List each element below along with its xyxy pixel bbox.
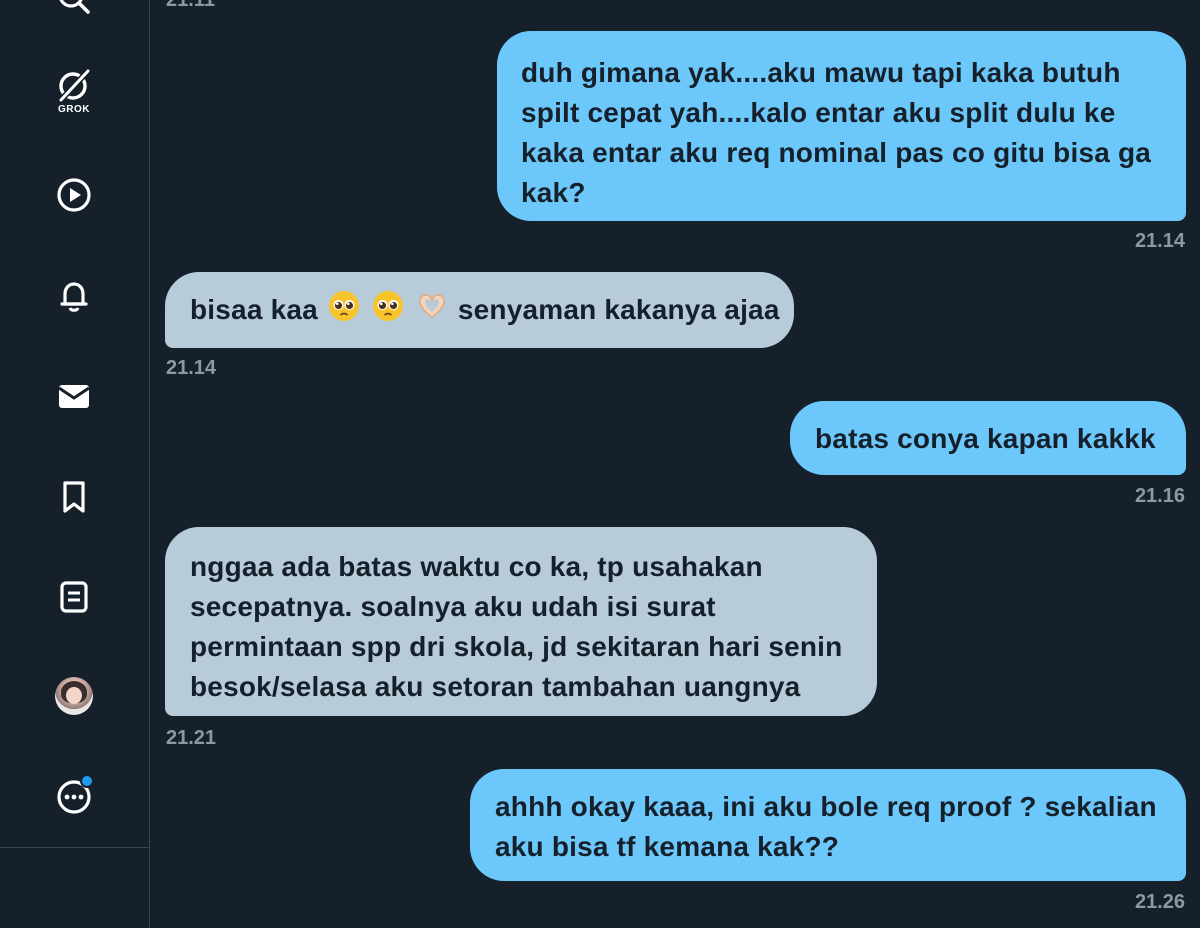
profile-avatar[interactable] [50,672,98,720]
lists-icon[interactable] [50,573,98,621]
message-bubble-received[interactable]: bisaa kaa senyaman kakanya ajaa [165,272,794,348]
dm-conversation-screen: GROK 21.11 duh gimana yak....aku mawu ta… [0,0,1200,928]
pleading-face-emoji [372,290,404,333]
sidebar-divider [0,847,150,848]
search-icon[interactable] [50,0,98,22]
avatar [55,677,93,715]
message-timestamp: 21.11 [166,0,215,11]
message-bubble-received[interactable]: nggaa ada batas waktu co ka, tp usahakan… [165,527,877,716]
video-play-icon[interactable] [50,171,98,219]
message-timestamp: 21.14 [1134,230,1185,252]
message-bubble-sent[interactable]: duh gimana yak....aku mawu tapi kaka but… [497,31,1186,221]
message-timestamp: 21.14 [166,357,217,379]
message-line: kaka entar aku req nominal pas co gitu b… [521,137,1152,168]
grok-label: GROK [58,104,90,115]
grok-icon [57,67,92,104]
message-timestamp: 21.16 [1134,485,1185,507]
message-timestamp: 21.26 [1134,891,1185,913]
message-line: permintaan spp dri skola, jd sekitaran h… [190,631,843,662]
message-line: ahhh okay kaaa, ini aku bole req proof ?… [495,791,1157,822]
heart-hands-emoji [416,290,448,333]
more-options-icon[interactable] [50,772,98,820]
message-timestamp: 21.21 [166,727,217,749]
message-text: senyaman kakanya ajaa [457,294,780,325]
message-line: secepatnya. soalnya aku udah isi surat [190,591,716,622]
message-line: besok/selasa aku setoran tambahan uangny… [190,671,801,702]
message-line: kak? [521,177,586,208]
notifications-bell-icon[interactable] [50,272,98,320]
message-text: bisaa kaa [190,294,318,325]
notification-dot [80,774,94,788]
message-line: duh gimana yak....aku mawu tapi kaka but… [521,57,1121,88]
pleading-face-emoji [328,290,360,333]
message-bubble-sent[interactable]: ahhh okay kaaa, ini aku bole req proof ?… [470,769,1186,881]
message-bubble-sent[interactable]: batas conya kapan kakkk [790,401,1186,475]
sidebar-nav: GROK [0,0,150,928]
sidebar-item-grok[interactable]: GROK [50,66,98,126]
bookmark-icon[interactable] [50,473,98,521]
message-line: nggaa ada batas waktu co ka, tp usahakan [190,551,763,582]
message-line: aku bisa tf kemana kak?? [495,831,840,862]
messages-envelope-icon[interactable] [50,372,98,420]
message-line: spilt cepat yah....kalo entar aku split … [521,97,1116,128]
message-line: batas conya kapan kakkk [815,423,1156,454]
